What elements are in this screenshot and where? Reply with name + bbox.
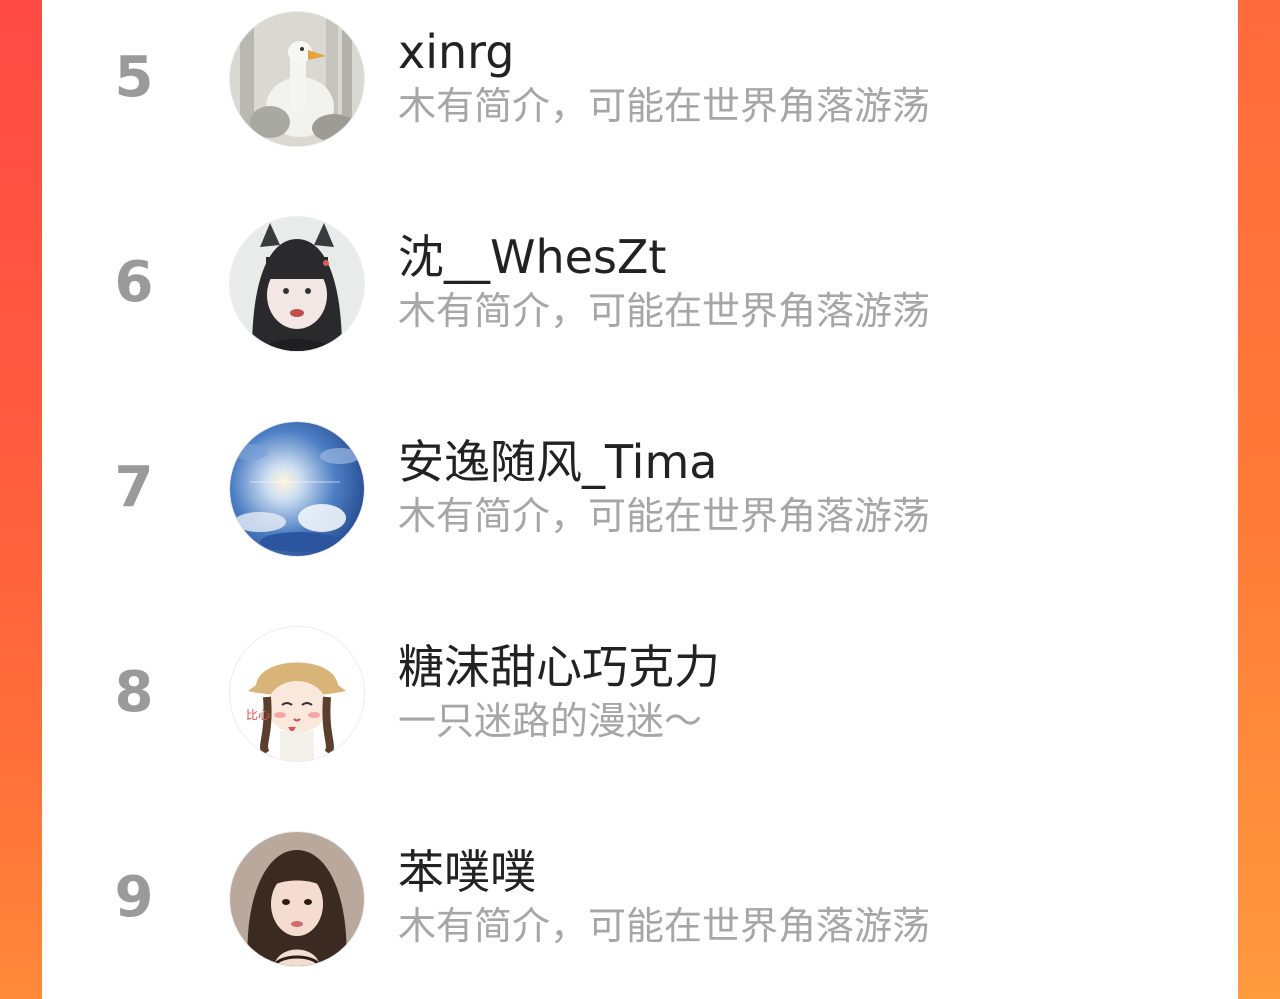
rank-number: 8 xyxy=(114,660,154,725)
user-name[interactable]: 糖沫甜心巧克力 xyxy=(398,641,720,693)
cartoon-girl-bucket-hat-avatar[interactable]: 比心 xyxy=(230,627,364,761)
user-bio: 木有简介，可能在世界角落游荡 xyxy=(398,904,931,948)
girl-with-headband-avatar[interactable] xyxy=(230,217,364,351)
list-item[interactable]: 5 xinrg 木有简介，可能在世界角落游荡 xyxy=(42,12,1238,152)
user-bio: 木有简介，可能在世界角落游荡 xyxy=(398,289,931,333)
user-name[interactable]: xinrg xyxy=(398,26,514,78)
rank-number: 9 xyxy=(114,865,154,930)
goose-photo-avatar[interactable] xyxy=(230,12,364,146)
user-name[interactable]: 沈__WhesZt xyxy=(398,231,666,283)
blue-sky-painting-avatar[interactable] xyxy=(230,422,364,556)
rank-number: 6 xyxy=(114,250,154,315)
user-name[interactable]: 安逸随风_Tima xyxy=(398,436,717,488)
list-item[interactable]: 9 苯噗噗 木有简介，可能在世界角落游荡 xyxy=(42,832,1238,972)
list-item[interactable]: 7 安逸随风_Tima 木有简介，可能在世界角落游荡 xyxy=(42,422,1238,562)
user-bio: 木有简介，可能在世界角落游荡 xyxy=(398,84,931,128)
list-item[interactable]: 6 沈__WhesZt 木有简介，可能在世界角落游荡 xyxy=(42,217,1238,357)
rank-number: 5 xyxy=(114,45,154,110)
svg-text:比心: 比心 xyxy=(246,708,270,722)
user-bio: 木有简介，可能在世界角落游荡 xyxy=(398,494,931,538)
right-gradient-edge xyxy=(1238,0,1280,999)
girl-portrait-avatar[interactable] xyxy=(230,832,364,966)
user-bio: 一只迷路的漫迷～ xyxy=(398,699,703,743)
ranking-list-panel: 5 xinrg 木有简介，可能在世界角落游荡 6 沈__WhesZt 木有简介，… xyxy=(42,0,1238,999)
rank-number: 7 xyxy=(114,455,154,520)
user-name[interactable]: 苯噗噗 xyxy=(398,846,536,898)
list-item[interactable]: 8 比心 糖沫甜心巧克力 一只迷路的漫迷～ xyxy=(42,627,1238,767)
